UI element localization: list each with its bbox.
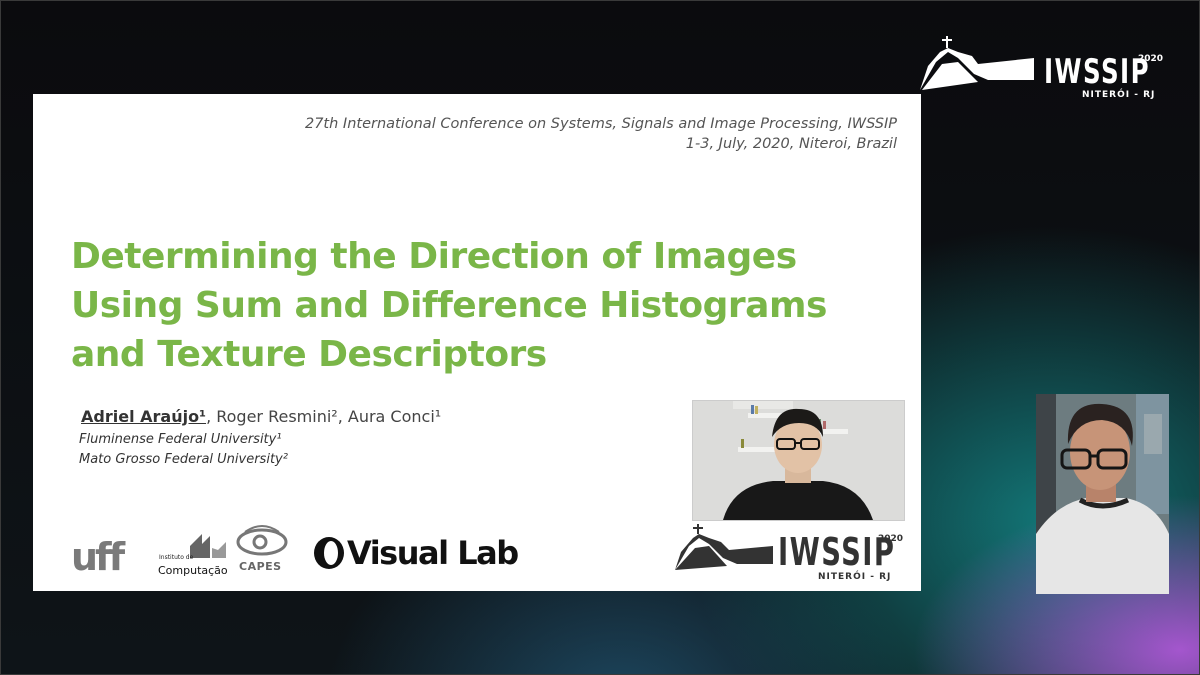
speaker-video-image [1036, 394, 1169, 594]
first-author: Adriel Araújo¹ [81, 407, 207, 426]
iwssip-brand-slide: IWSSIP 2020 NITERÓI - RJ [673, 524, 913, 586]
title-line: Determining the Direction of Images [71, 236, 797, 277]
affiliation-2: Mato Grosso Federal University² [79, 452, 288, 467]
iwssip-year: 2020 [878, 534, 904, 544]
iwssip-wordmark: IWSSIP [1044, 52, 1150, 92]
presenter-video-tile [692, 400, 905, 521]
iwssip-location: NITERÓI - RJ [818, 572, 892, 582]
uff-logo: uff [71, 535, 125, 579]
conference-info: 27th International Conference on Systems… [305, 114, 897, 154]
title-line: Using Sum and Difference Histograms [71, 285, 827, 326]
iwssip-year: 2020 [1138, 54, 1164, 64]
christ-redeemer-mountain-icon [920, 36, 1034, 90]
capes-eye-icon [236, 525, 288, 556]
ic-logo-small-text: Instituto de [159, 554, 194, 561]
title-line: and Texture Descriptors [71, 334, 547, 375]
visual-lab-icon [314, 537, 344, 569]
affiliation-1: Fluminense Federal University¹ [79, 432, 282, 447]
conference-name: 27th International Conference on Systems… [304, 116, 897, 132]
capes-text: CAPES [239, 560, 282, 573]
ic-logo-text: Computação [158, 564, 228, 577]
authors: Adriel Araújo¹, Roger Resmini², Aura Con… [81, 407, 441, 426]
conference-date: 1-3, July, 2020, Niteroi, Brazil [685, 136, 897, 152]
iwssip-location: NITERÓI - RJ [1082, 90, 1156, 100]
ic-logo-icon [190, 534, 226, 558]
slide-title: Determining the Direction of Images Usin… [71, 232, 891, 379]
iwssip-brand-top: IWSSIP 2020 NITERÓI - RJ [918, 34, 1168, 104]
presenter-video-image [693, 401, 904, 520]
other-authors: , Roger Resmini², Aura Conci¹ [206, 407, 442, 426]
capes-logo: CAPES [235, 524, 291, 576]
christ-redeemer-mountain-icon [675, 524, 773, 570]
visual-lab-text: Visual Lab [347, 534, 519, 572]
speaker-video-tile [1036, 394, 1169, 594]
instituto-computacao-logo: Instituto de Computação [158, 532, 228, 578]
